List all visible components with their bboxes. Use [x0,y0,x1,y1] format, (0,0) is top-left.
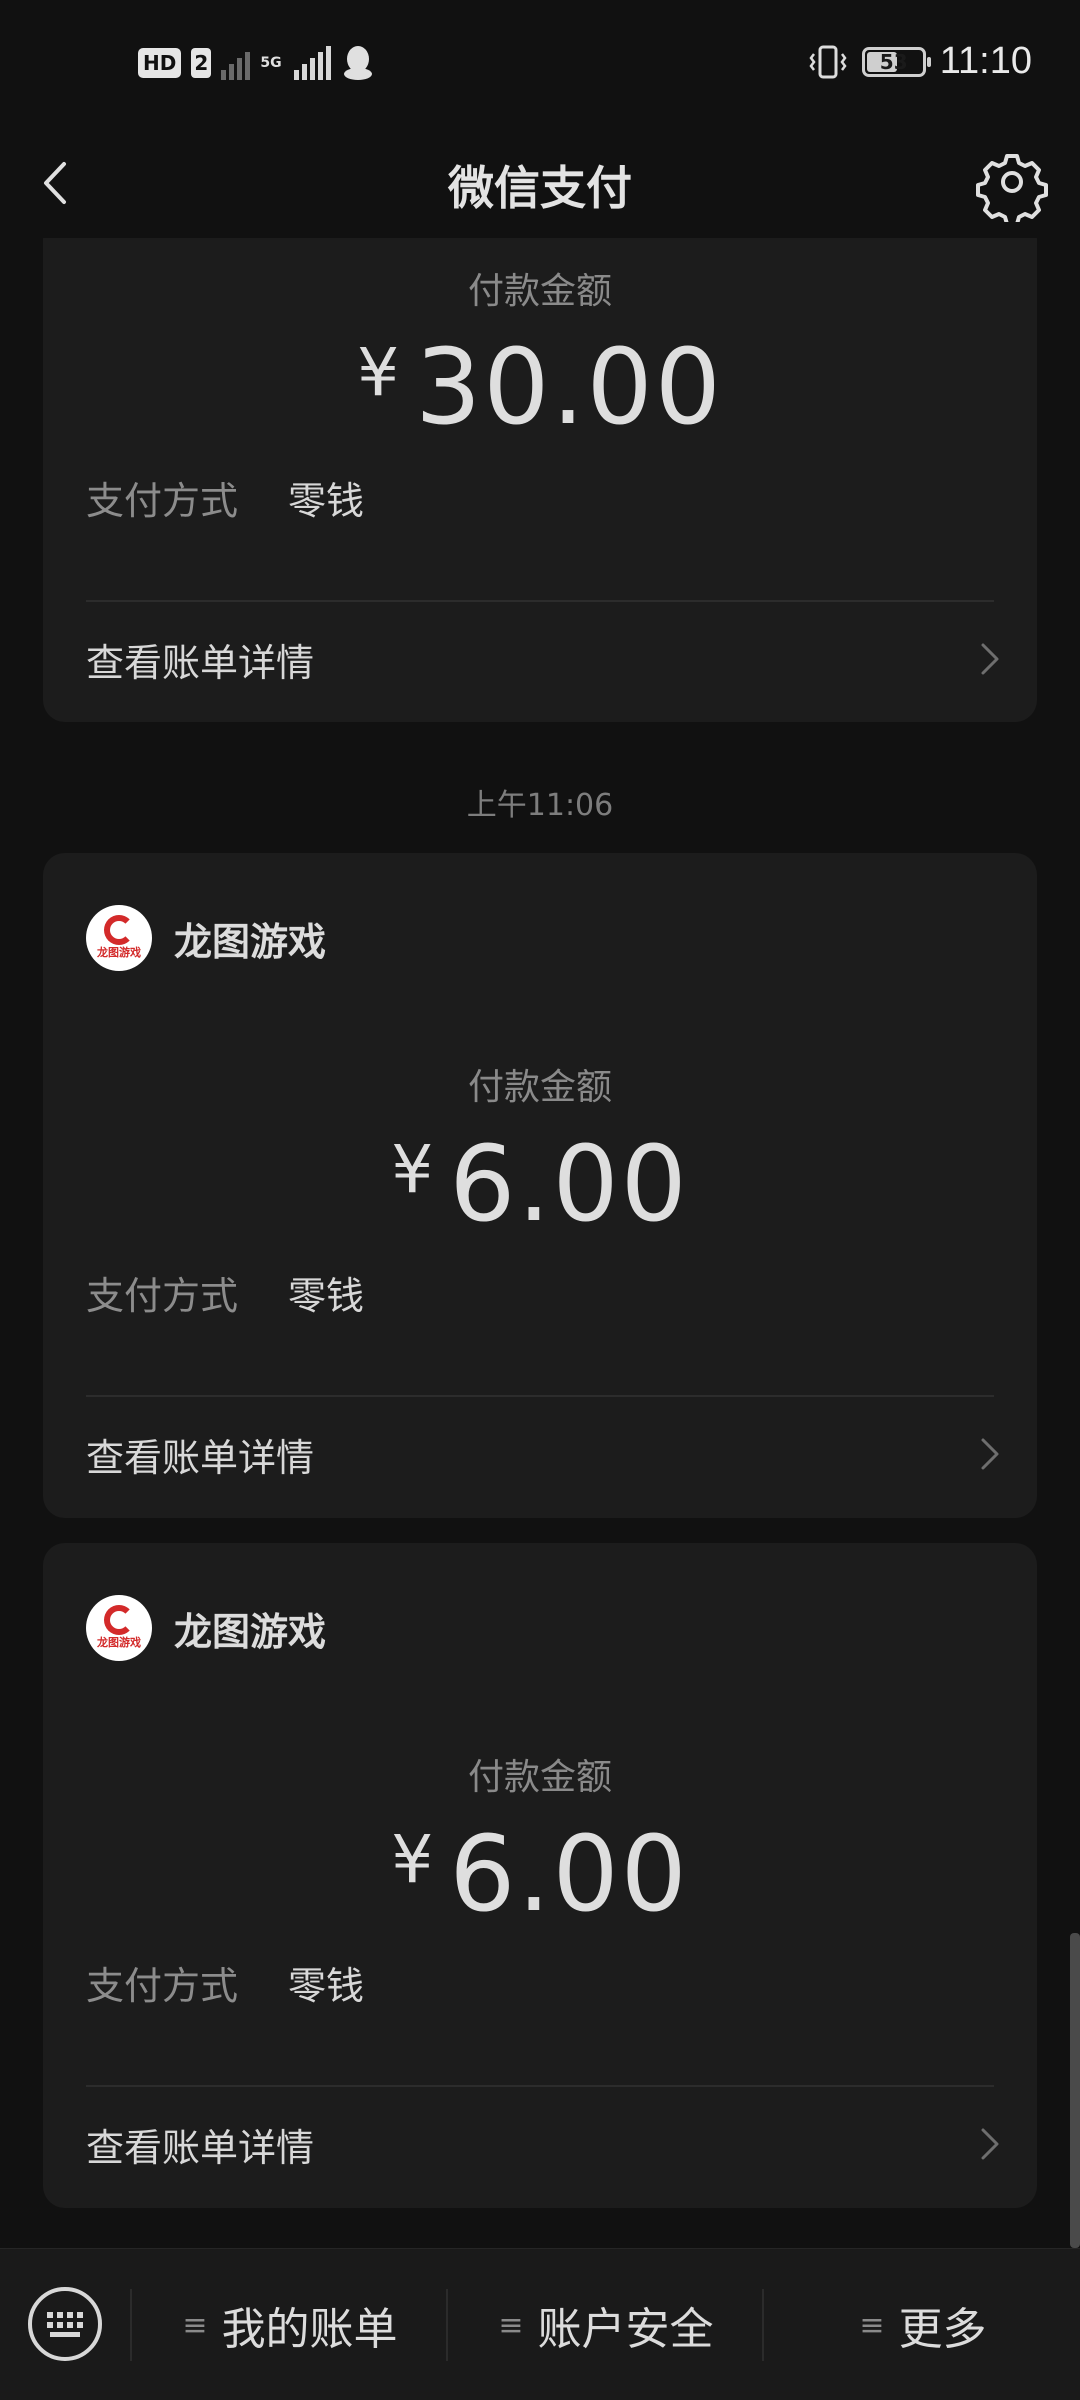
currency-symbol: ¥ [357,334,402,411]
view-bill-detail-label: 查看账单详情 [86,1435,315,1480]
wechat-pay-chat-screen: HD 2 5G 53 11:10 微信支付 付款金额 ¥ 30.00 支付方式 … [0,0,1080,2400]
message-timestamp: 上午11:06 [466,788,614,823]
divider [86,2085,994,2087]
network-type-label: 5G [260,55,282,71]
signal-1-icon [221,46,251,80]
amount-label: 付款金额 [467,1067,612,1108]
gear-icon [976,154,1048,226]
pay-method-value: 零钱 [288,479,365,523]
vibrate-icon [809,45,847,78]
amount-value: 6.00 [449,1813,689,1935]
pay-method-label: 支付方式 [86,1964,239,2008]
amount-value: 30.00 [415,326,723,448]
scrollbar[interactable] [1070,1933,1080,2248]
currency-symbol: ¥ [391,1821,436,1898]
menu-account-security[interactable]: ≡ 账户安全 [450,2249,762,2400]
clock: 11:10 [939,40,1032,82]
menu-more[interactable]: ≡ 更多 [766,2249,1080,2400]
pay-method-row: 支付方式 零钱 [86,470,364,525]
view-bill-detail-label: 查看账单详情 [86,640,315,685]
pay-method-label: 支付方式 [86,1274,239,1318]
merchant-header: 龙图游戏 龙图游戏 [86,1595,326,1661]
menu-divider [130,2289,132,2361]
sim-badge: 2 [191,48,212,78]
payment-card-1[interactable]: 付款金额 ¥30.00 支付方式 零钱 查看账单详情 [43,238,1037,722]
keyboard-icon [47,2311,83,2337]
status-bar-right: 53 11:10 [808,40,1032,83]
menu-my-bills[interactable]: ≡ 我的账单 [134,2249,446,2400]
menu-list-icon: ≡ [498,2307,524,2343]
menu-list-icon: ≡ [859,2307,885,2343]
pay-method-value: 零钱 [288,1964,365,2008]
battery-icon: 53 [861,46,931,77]
keyboard-toggle-button[interactable] [28,2287,102,2361]
qq-icon [344,46,373,80]
page-title: 微信支付 [448,161,632,215]
chevron-right-icon [981,1438,999,1470]
view-bill-detail-link[interactable]: 查看账单详情 [86,618,1005,700]
payment-amount: ¥30.00 [43,326,1037,448]
app-header: 微信支付 [0,130,1080,238]
divider [86,1395,994,1397]
settings-button[interactable] [972,142,1052,226]
merchant-header: 龙图游戏 龙图游戏 [86,905,326,971]
menu-my-bills-label: 我的账单 [221,2304,398,2355]
message-list[interactable]: 付款金额 ¥30.00 支付方式 零钱 查看账单详情 上午11:06 龙图游戏 … [0,238,1080,2248]
chevron-right-icon [981,2128,999,2160]
battery-level: 53 [879,49,908,74]
menu-divider [446,2289,448,2361]
merchant-name: 龙图游戏 [174,919,327,964]
menu-divider [762,2289,764,2361]
amount-value: 6.00 [449,1123,689,1245]
menu-list-icon: ≡ [182,2307,208,2343]
amount-label: 付款金额 [467,271,612,312]
signal-2-icon [294,46,332,80]
pay-method-value: 零钱 [288,1274,365,1318]
chevron-right-icon [981,643,999,675]
merchant-logo: 龙图游戏 [86,905,152,971]
menu-more-label: 更多 [898,2304,987,2355]
payment-card-2[interactable]: 龙图游戏 龙图游戏 付款金额 ¥6.00 支付方式 零钱 查看账单详情 [43,853,1037,1518]
status-bar-left: HD 2 5G [138,44,375,82]
currency-symbol: ¥ [391,1131,436,1208]
pay-method-row: 支付方式 零钱 [86,1955,364,2010]
merchant-logo: 龙图游戏 [86,1595,152,1661]
amount-label: 付款金额 [467,1757,612,1798]
view-bill-detail-label: 查看账单详情 [86,2125,315,2170]
pay-method-label: 支付方式 [86,479,239,523]
menu-account-security-label: 账户安全 [537,2304,714,2355]
bottom-menu-bar: ≡ 我的账单 ≡ 账户安全 ≡ 更多 [0,2248,1080,2400]
view-bill-detail-link[interactable]: 查看账单详情 [86,2103,1005,2185]
payment-amount: ¥6.00 [43,1123,1037,1245]
pay-method-row: 支付方式 零钱 [86,1265,364,1320]
status-bar: HD 2 5G 53 11:10 [0,0,1080,130]
payment-amount: ¥6.00 [43,1813,1037,1935]
divider [86,600,994,602]
merchant-name: 龙图游戏 [174,1609,327,1654]
hd-badge: HD [138,48,182,78]
view-bill-detail-link[interactable]: 查看账单详情 [86,1413,1005,1495]
payment-card-3[interactable]: 龙图游戏 龙图游戏 付款金额 ¥6.00 支付方式 零钱 查看账单详情 [43,1543,1037,2208]
